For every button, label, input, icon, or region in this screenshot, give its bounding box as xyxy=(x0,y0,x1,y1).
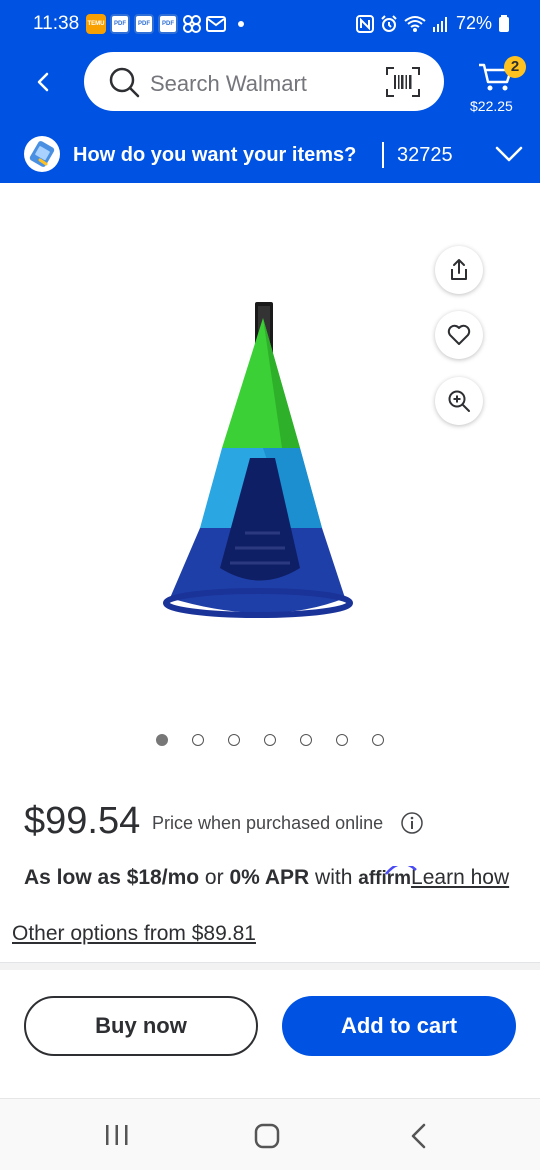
affirm-financing: As low as $18/mo or 0% APR with affirm Le… xyxy=(24,866,524,898)
back-button[interactable] xyxy=(30,68,58,96)
product-image-gallery[interactable] xyxy=(0,183,540,773)
status-right-icons: 72% xyxy=(355,13,510,34)
favorite-button[interactable] xyxy=(435,311,483,359)
info-icon[interactable] xyxy=(400,811,424,835)
delivery-label: How do you want your items? xyxy=(73,144,357,166)
affirm-apr: 0% APR xyxy=(229,866,310,889)
temu-icon: TEMU xyxy=(86,14,106,34)
share-button[interactable] xyxy=(435,246,483,294)
chevron-down-icon xyxy=(495,146,523,162)
other-options-link[interactable]: Other options from $89.81 xyxy=(12,922,256,946)
pdf-icon: PDF xyxy=(134,14,154,34)
delivery-zip: 32725 xyxy=(397,144,453,166)
affirm-with: with xyxy=(315,866,353,889)
mail-icon xyxy=(206,16,226,32)
carousel-dot[interactable] xyxy=(336,734,348,746)
product-image[interactable] xyxy=(150,298,360,628)
add-to-cart-button[interactable]: Add to cart xyxy=(282,996,516,1056)
affirm-learn-how-link[interactable]: Learn how xyxy=(411,866,509,889)
status-time: 11:38 xyxy=(33,13,80,34)
cart-count-badge: 2 xyxy=(504,56,526,78)
delivery-divider xyxy=(382,142,384,168)
recent-apps-icon[interactable] xyxy=(104,1123,130,1147)
search-input[interactable]: Search Walmart xyxy=(84,52,444,111)
nfc-icon xyxy=(355,14,374,33)
affirm-logo: affirm xyxy=(358,866,418,889)
system-back-icon[interactable] xyxy=(408,1123,430,1149)
delivery-selector[interactable]: How do you want your items? 32725 xyxy=(0,128,540,183)
carousel-dot[interactable] xyxy=(156,734,168,746)
cart-button[interactable]: 2 $22.25 xyxy=(470,56,526,120)
wifi-icon xyxy=(404,15,426,32)
buy-now-button[interactable]: Buy now xyxy=(24,996,258,1056)
battery-percent: 72% xyxy=(455,13,492,33)
affirm-or: or xyxy=(204,866,224,889)
battery-icon xyxy=(499,14,509,32)
alarm-icon xyxy=(381,14,397,32)
share-icon xyxy=(451,259,467,280)
price-row: $99.54 Price when purchased online xyxy=(24,800,524,850)
system-nav-bar xyxy=(0,1098,540,1170)
cart-total: $22.25 xyxy=(470,98,513,114)
zoom-button[interactable] xyxy=(435,377,483,425)
app-header: 11:38 TEMU PDF PDF PDF 72% Search Walmar… xyxy=(0,0,540,183)
image-carousel-dots[interactable] xyxy=(156,734,384,746)
signal-icon xyxy=(432,16,447,32)
zoom-in-icon xyxy=(448,390,470,412)
carousel-dot[interactable] xyxy=(192,734,204,746)
carousel-dot[interactable] xyxy=(300,734,312,746)
delivery-icon xyxy=(24,136,60,172)
pinwheel-icon xyxy=(183,15,201,33)
home-icon[interactable] xyxy=(254,1123,280,1149)
pdf-icon: PDF xyxy=(110,14,130,34)
search-icon xyxy=(109,67,140,98)
affirm-as-low-as: As low as $18/mo xyxy=(24,866,200,889)
carousel-dot[interactable] xyxy=(264,734,276,746)
status-bar: 11:38 TEMU PDF PDF PDF 72% xyxy=(0,0,540,50)
more-notifications-dot xyxy=(238,21,244,27)
product-price: $99.54 xyxy=(24,800,141,842)
barcode-scan-icon[interactable] xyxy=(386,67,420,97)
carousel-dot[interactable] xyxy=(228,734,240,746)
search-placeholder: Search Walmart xyxy=(150,71,307,96)
heart-icon xyxy=(447,324,471,345)
pdf-icon: PDF xyxy=(158,14,178,34)
section-divider xyxy=(0,962,540,970)
price-note: Price when purchased online xyxy=(152,813,384,833)
carousel-dot[interactable] xyxy=(372,734,384,746)
notification-icons: TEMU PDF PDF PDF xyxy=(86,14,244,34)
